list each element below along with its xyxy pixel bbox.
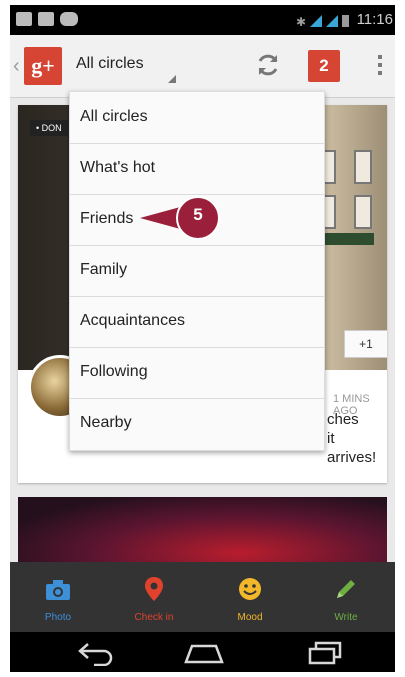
dropdown-item-all-circles[interactable]: All circles <box>70 92 324 144</box>
clock: 11:16 <box>356 11 393 28</box>
post-text-line: it arrives! <box>327 430 377 466</box>
dropdown-item-label: Friends <box>80 210 134 227</box>
recent-apps-icon[interactable] <box>306 640 346 666</box>
dropdown-item-whats-hot[interactable]: What's hot <box>70 143 324 195</box>
dropdown-item-family[interactable]: Family <box>70 245 324 297</box>
circles-dropdown: All circles What's hot Friends Family Ac… <box>69 91 325 451</box>
google-plus-logo[interactable]: g+ <box>24 47 62 85</box>
bottom-action-label: Photo <box>44 612 72 623</box>
bottom-action-bar: Photo Check in Mood Write <box>10 562 395 632</box>
svg-text:✱: ✱ <box>296 15 306 29</box>
dropdown-item-label: What's hot <box>80 159 156 176</box>
dropdown-item-following[interactable]: Following <box>70 347 324 399</box>
navigation-bar <box>10 632 395 672</box>
plus-one-button[interactable]: +1 <box>344 330 387 358</box>
step-callout: 5 <box>140 193 232 243</box>
mail-notification-icon <box>38 12 54 26</box>
signal-icons: ✱ <box>296 15 349 29</box>
dropdown-triangle-icon <box>168 75 176 83</box>
image-notification-icon <box>16 12 32 26</box>
bottom-action-label: Mood <box>237 612 263 623</box>
dropdown-item-label: Family <box>80 261 128 278</box>
check-in-action[interactable]: Check in <box>106 562 202 632</box>
action-bar: ‹ g+ All circles 2 <box>10 35 395 98</box>
post-card-image[interactable] <box>18 497 387 567</box>
photo-tag: • DON <box>30 120 68 136</box>
notification-count-badge[interactable]: 2 <box>308 50 340 82</box>
dropdown-item-acquaintances[interactable]: Acquaintances <box>70 296 324 348</box>
location-pin-icon <box>145 577 163 601</box>
refresh-icon[interactable] <box>254 51 282 79</box>
bottom-action-label: Write <box>334 612 358 623</box>
camera-icon <box>46 580 70 600</box>
dropdown-item-nearby[interactable]: Nearby <box>70 398 324 449</box>
pencil-icon <box>337 580 355 598</box>
home-icon[interactable] <box>182 640 226 666</box>
circle-selector[interactable]: All circles <box>76 55 144 73</box>
phone-screen: ✱ 11:16 ‹ g+ All circles 2 • DON +1 1 MI… <box>10 5 395 672</box>
smiley-icon <box>239 578 261 600</box>
callout-number: 5 <box>193 205 203 224</box>
shop-sign <box>318 233 374 245</box>
status-bar: ✱ 11:16 <box>10 5 395 35</box>
dropdown-item-label: Acquaintances <box>80 312 185 329</box>
chat-notification-icon <box>60 12 78 26</box>
post-text: ches it arrives! <box>327 410 387 467</box>
building-window <box>354 150 372 184</box>
photo-action[interactable]: Photo <box>10 562 106 632</box>
dropdown-item-label: All circles <box>80 108 148 125</box>
post-text-line: ches <box>327 411 359 428</box>
building-window <box>354 195 372 229</box>
dropdown-item-label: Nearby <box>80 414 132 431</box>
bottom-action-label: Check in <box>134 612 174 623</box>
write-action[interactable]: Write <box>298 562 394 632</box>
mood-action[interactable]: Mood <box>202 562 298 632</box>
back-chevron-icon[interactable]: ‹ <box>13 55 20 78</box>
back-icon[interactable] <box>76 640 116 666</box>
overflow-menu-icon[interactable] <box>378 55 382 79</box>
dropdown-item-label: Following <box>80 363 148 380</box>
